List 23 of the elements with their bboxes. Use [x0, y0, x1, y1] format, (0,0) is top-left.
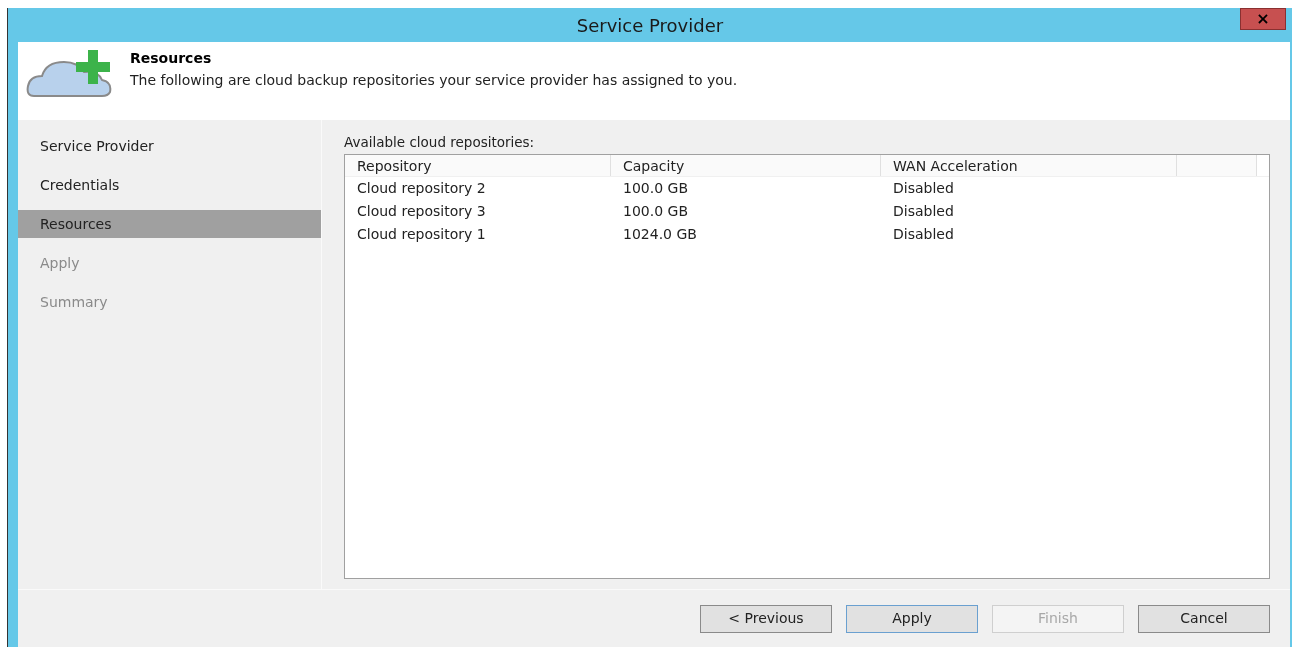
- table-cell-text: Disabled: [892, 202, 955, 222]
- table-cell-text: 1024.0 GB: [622, 225, 698, 245]
- wizard-step[interactable]: Service Provider: [18, 132, 321, 160]
- window-title: Service Provider: [576, 13, 724, 38]
- column-header[interactable]: WAN Acceleration: [881, 155, 1177, 177]
- column-header[interactable]: Capacity: [611, 155, 881, 177]
- wizard-button[interactable]: Cancel: [1138, 604, 1270, 633]
- table-cell-text: Cloud repository 3: [356, 202, 487, 222]
- table-cell-text: Cloud repository 1: [356, 225, 487, 245]
- header-description: The following are cloud backup repositories your service provider has assigned to you.: [130, 71, 738, 90]
- close-button[interactable]: ×: [1240, 8, 1286, 30]
- wizard-step[interactable]: Resources: [18, 210, 321, 238]
- table-cell-text: Disabled: [892, 179, 955, 199]
- wizard-button[interactable]: Apply: [846, 604, 978, 633]
- table-cell-text: Cloud repository 2: [356, 179, 487, 199]
- table-cell-text: Disabled: [892, 225, 955, 245]
- column-header[interactable]: Repository: [345, 155, 611, 177]
- wizard-button[interactable]: < Previous: [700, 604, 832, 633]
- table-cell-text: 100.0 GB: [622, 202, 689, 222]
- table-cell-text: 100.0 GB: [622, 179, 689, 199]
- wizard-step[interactable]: Credentials: [18, 171, 321, 199]
- header-title: Resources: [130, 49, 213, 68]
- table-label: Available cloud repositories:: [344, 133, 536, 152]
